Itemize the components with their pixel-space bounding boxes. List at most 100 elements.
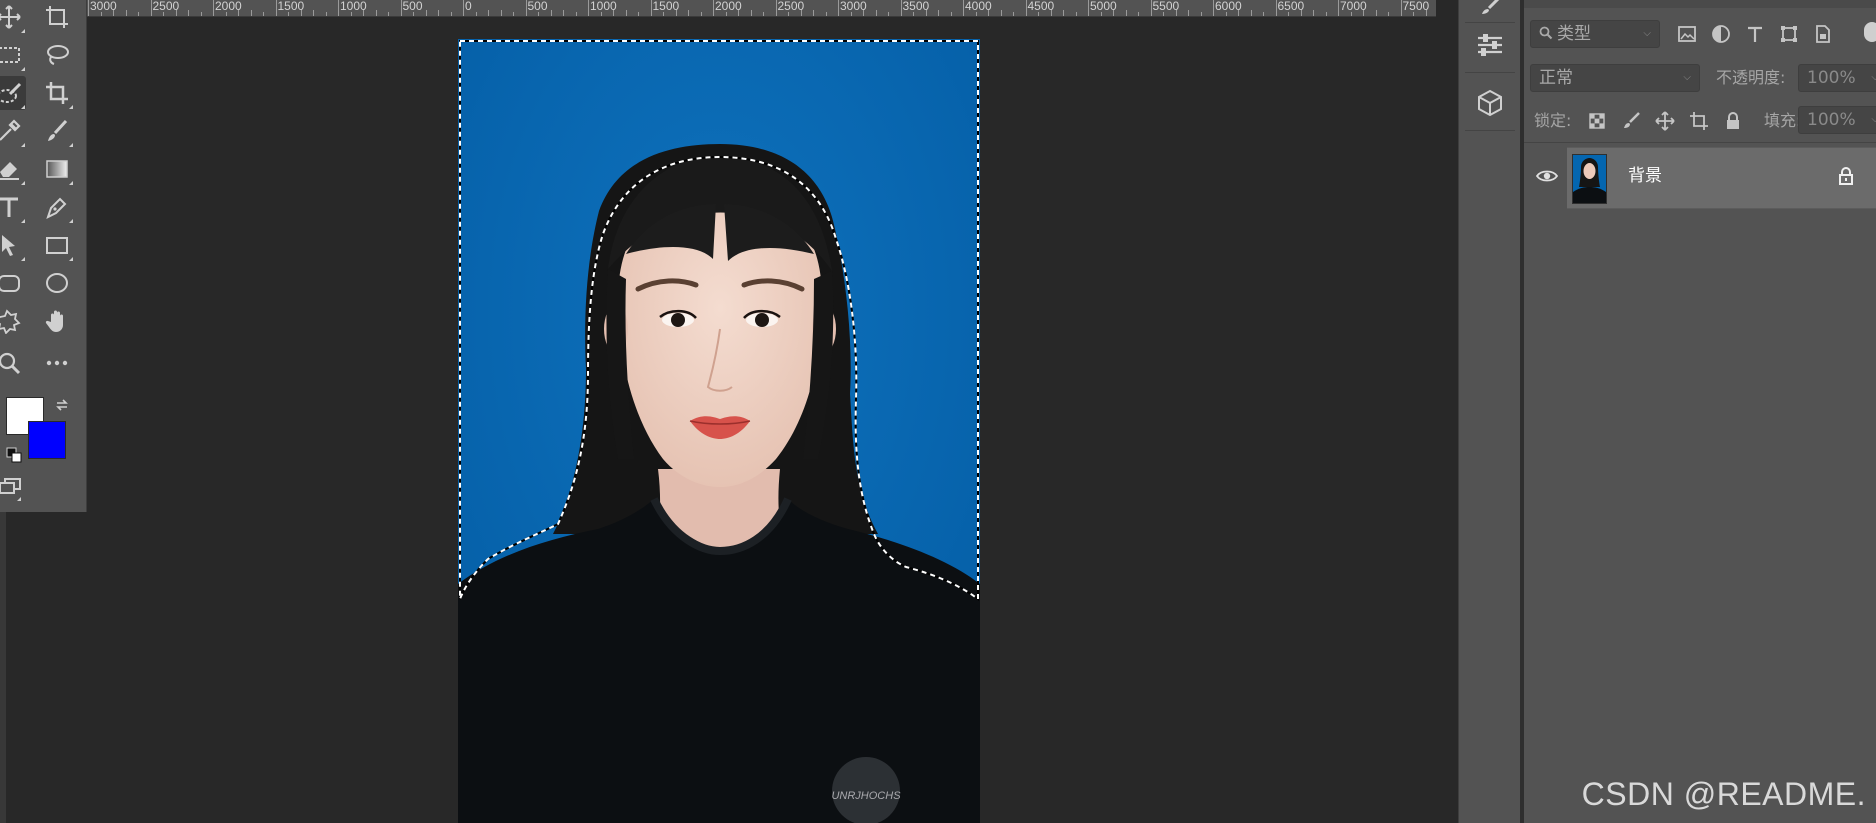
ruler-tick-minor	[925, 10, 927, 16]
blend-mode-select[interactable]: 正常 ⌵	[1530, 64, 1700, 92]
fill-input[interactable]: 100% ⌵	[1798, 106, 1876, 134]
filter-type-icon[interactable]	[1742, 21, 1768, 47]
ruler-tick-minor	[675, 10, 677, 16]
document-canvas[interactable]: UNRJHOCHS	[458, 39, 980, 823]
crop-tool[interactable]	[40, 76, 74, 110]
rectangle-tool[interactable]	[40, 228, 74, 262]
lock-transparent-icon[interactable]	[1584, 108, 1610, 134]
ruler-tick-minor	[825, 12, 827, 16]
3d-cube-icon[interactable]	[1475, 88, 1505, 122]
ruler-tick-minor	[138, 12, 139, 16]
brush-settings-icon[interactable]	[1475, 0, 1505, 20]
swap-colors-icon[interactable]	[54, 397, 70, 417]
ruler-tick-minor	[413, 12, 414, 16]
ruler-tick-minor	[563, 10, 564, 16]
adjustments-icon[interactable]	[1475, 30, 1505, 64]
ruler-tick-minor	[1263, 12, 1264, 16]
ellipse-tool[interactable]	[40, 266, 74, 300]
eyedropper-icon	[0, 119, 21, 141]
ruler-tick-minor	[238, 10, 239, 16]
ruler-tick-minor	[1188, 10, 1189, 16]
pen-tool[interactable]	[40, 190, 74, 224]
ruler-tick-minor	[1375, 10, 1377, 16]
default-colors-icon[interactable]	[6, 447, 22, 467]
artboard-tool[interactable]	[40, 0, 74, 34]
screen-mode-icon[interactable]	[0, 476, 22, 502]
eyedropper-tool[interactable]	[0, 114, 26, 148]
more-tools[interactable]	[40, 346, 74, 380]
eye-icon[interactable]	[1535, 168, 1559, 188]
ellipse-icon	[46, 273, 68, 293]
ruler-tick-minor	[1313, 10, 1314, 16]
ruler-tick-minor	[1388, 12, 1389, 16]
lock-artboard-icon[interactable]	[1686, 108, 1712, 134]
collapsed-panels-strip	[1458, 0, 1522, 823]
ruler-tick-minor	[1325, 12, 1327, 16]
ruler-label: 500	[527, 0, 548, 13]
divider	[1524, 142, 1876, 143]
ruler-tick-minor	[1413, 12, 1414, 16]
hand-tool[interactable]	[40, 304, 74, 338]
opacity-input[interactable]: 100% ⌵	[1798, 64, 1876, 92]
opacity-value: 100%	[1807, 68, 1856, 88]
artboard-icon	[46, 6, 68, 28]
path-selection-tool[interactable]	[0, 228, 26, 262]
ruler-tick-minor	[788, 12, 789, 16]
custom-shape-tool[interactable]	[0, 304, 26, 338]
ruler-tick-minor	[700, 12, 702, 16]
portrait-photo: UNRJHOCHS	[458, 39, 980, 823]
arrow-icon	[2, 235, 15, 256]
quick-selection-tool[interactable]	[0, 76, 26, 110]
layer-name[interactable]: 背景	[1628, 166, 1662, 186]
ruler-tick-minor	[1000, 10, 1002, 16]
ruler-tick-minor	[163, 12, 164, 16]
rounded-rect-tool[interactable]	[0, 266, 26, 300]
marquee-tool[interactable]	[0, 38, 26, 72]
zoom-tool[interactable]	[0, 346, 26, 380]
background-color-swatch[interactable]	[28, 421, 66, 459]
filter-pixel-icon[interactable]	[1674, 21, 1700, 47]
layer-filter-select[interactable]: 类型 ⌵	[1530, 20, 1660, 48]
ruler-tick-minor	[1175, 10, 1177, 16]
ruler-tick-minor	[938, 10, 939, 16]
ruler-tick-minor	[625, 10, 627, 16]
ruler-tick-minor	[1063, 10, 1064, 16]
chevron-down-icon: ⌵	[1871, 72, 1876, 83]
ruler-tick-minor	[763, 12, 764, 16]
hand-icon	[45, 310, 63, 332]
lasso-tool[interactable]	[40, 38, 74, 72]
ruler-tick-minor	[575, 12, 577, 16]
layer-thumbnail	[1572, 154, 1607, 204]
eraser-tool[interactable]	[0, 152, 26, 186]
ruler-tick-minor	[363, 10, 364, 16]
ruler-tick-minor	[663, 12, 664, 16]
gradient-icon	[46, 160, 68, 178]
ruler-tick-minor	[288, 12, 289, 16]
filter-shape-icon[interactable]	[1776, 21, 1802, 47]
brush-icon	[48, 119, 68, 141]
puzzle-icon	[0, 309, 21, 334]
ruler-tick-minor	[438, 10, 439, 16]
lock-all-icon[interactable]	[1720, 108, 1746, 134]
filter-toggle-icon[interactable]	[1864, 22, 1876, 42]
type-tool[interactable]	[0, 190, 26, 224]
filter-adjustment-icon[interactable]	[1708, 21, 1734, 47]
ruler-tick-minor	[100, 12, 102, 16]
gradient-tool[interactable]	[40, 152, 74, 186]
lock-pixels-icon[interactable]	[1618, 108, 1644, 134]
move-tool[interactable]	[0, 0, 26, 34]
brush-tool[interactable]	[40, 114, 74, 148]
lock-position-icon[interactable]	[1652, 108, 1678, 134]
ruler-tick-minor	[175, 10, 177, 16]
ruler-tick-minor	[1200, 12, 1202, 16]
opacity-label: 不透明度:	[1716, 68, 1786, 87]
workspace-gutter	[1436, 0, 1458, 823]
layer-row-background[interactable]: 背景	[1567, 147, 1876, 209]
ruler-tick-minor	[750, 10, 752, 16]
ruler-tick-minor	[1225, 12, 1227, 16]
fill-label: 填充:	[1764, 111, 1802, 130]
rect-marquee-icon	[0, 47, 20, 63]
ruler-label: 0	[465, 0, 472, 13]
ruler-tick-minor	[325, 12, 327, 16]
filter-smart-object-icon[interactable]	[1810, 21, 1836, 47]
